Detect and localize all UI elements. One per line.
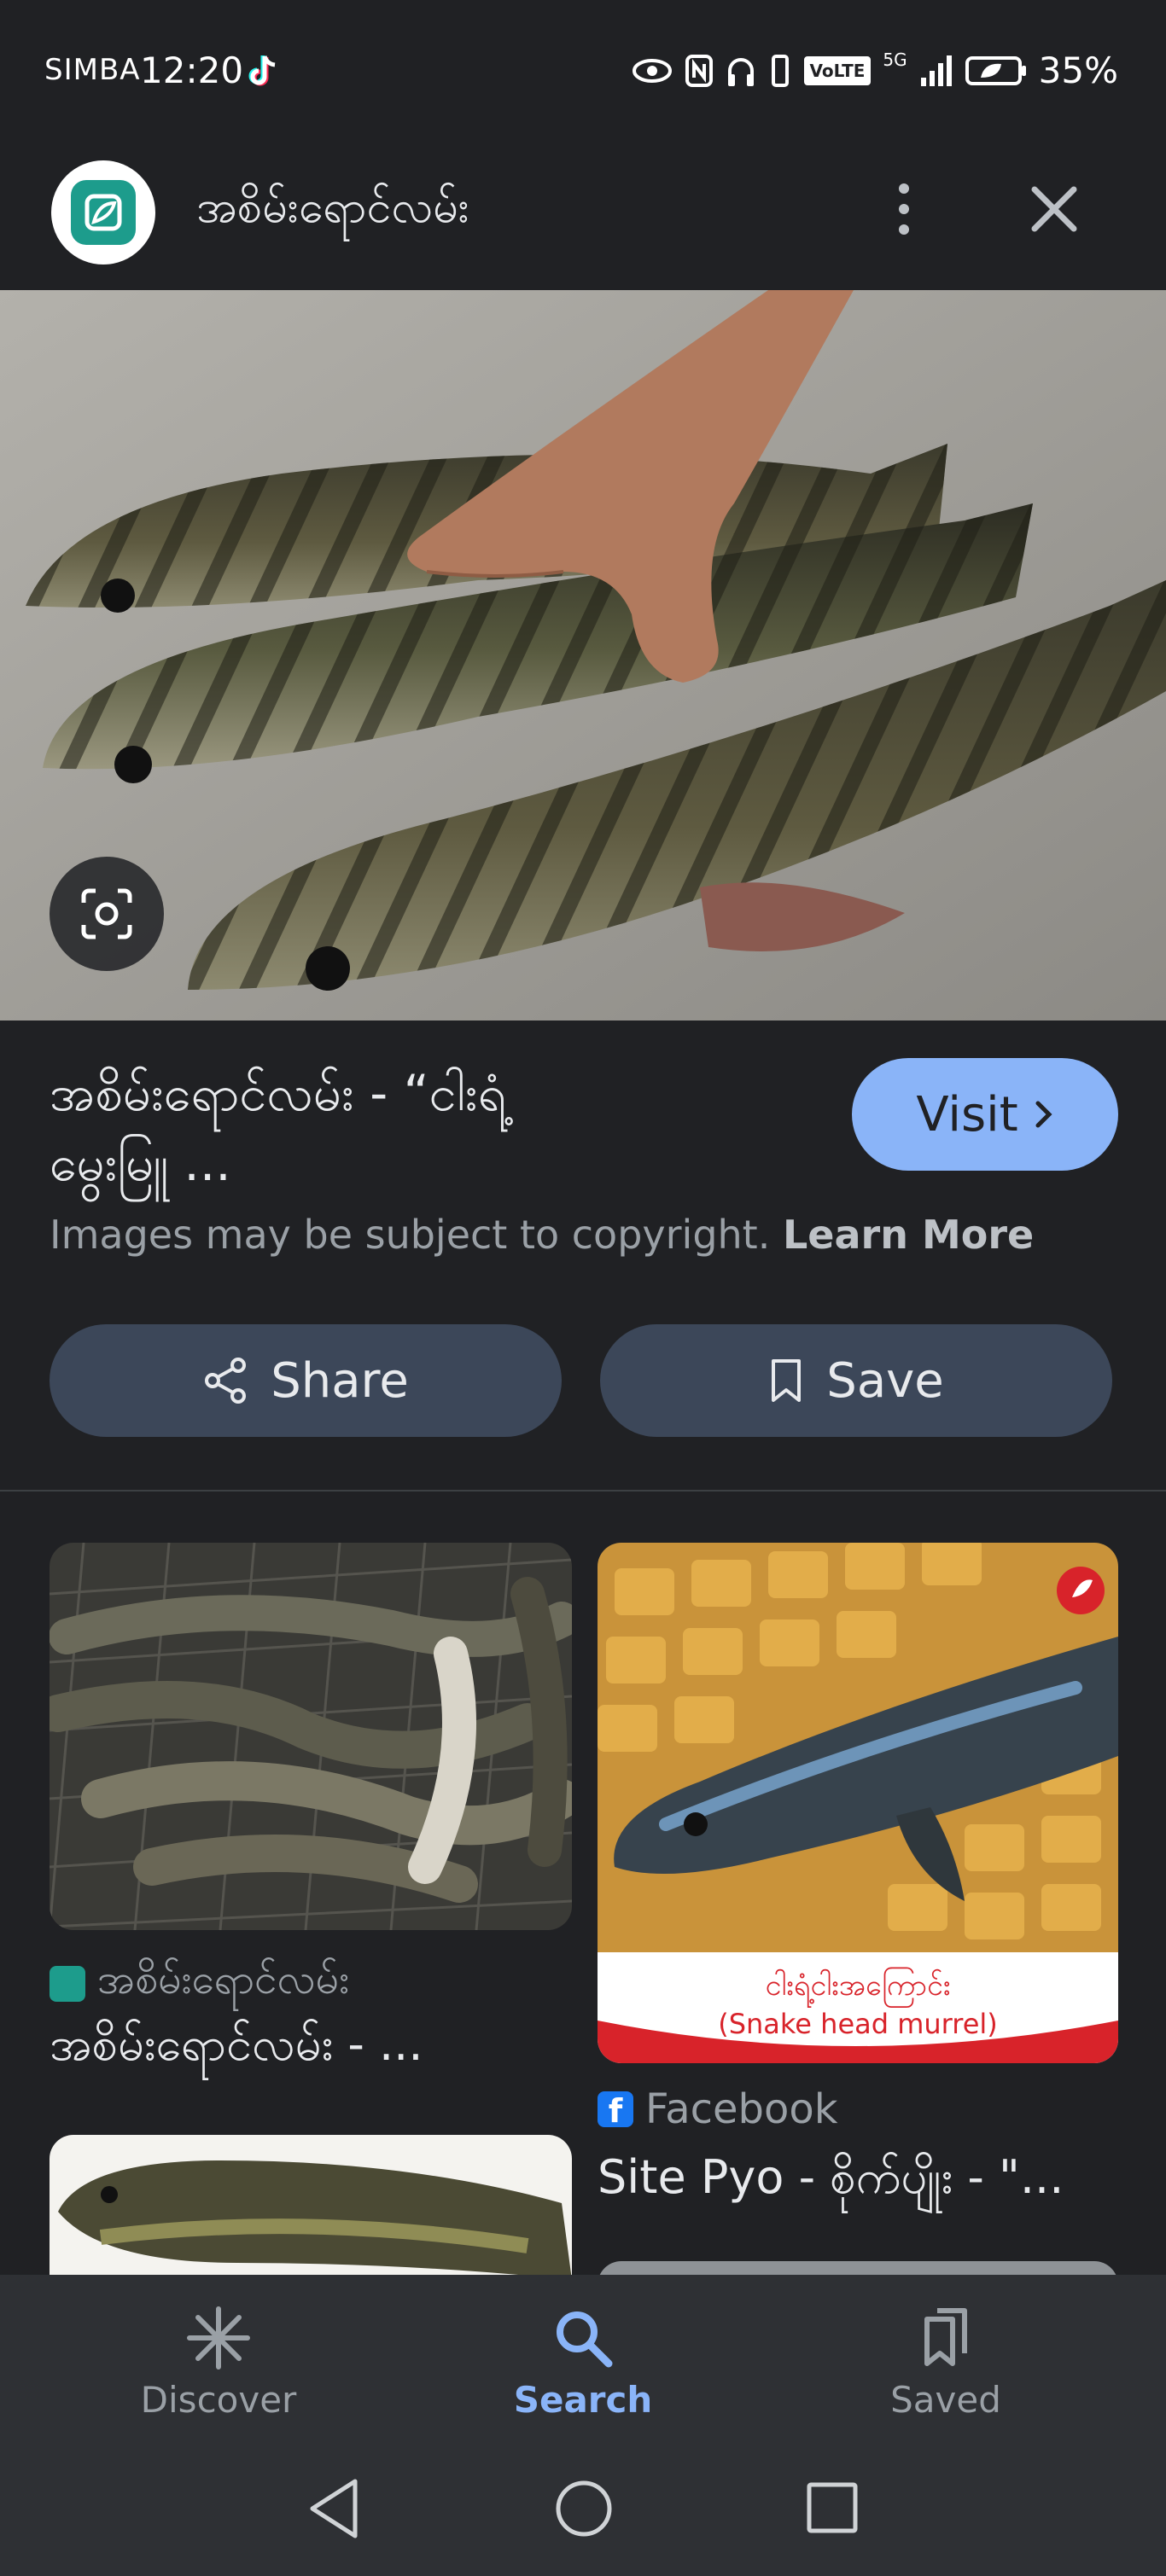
recents-square-icon — [807, 2482, 858, 2533]
lens-search-button[interactable] — [50, 857, 164, 971]
site-logo-icon — [71, 180, 136, 245]
clock: 12:20 — [140, 49, 244, 91]
battery-percent: 35% — [1038, 49, 1118, 91]
related-source-name: Facebook — [645, 2085, 838, 2133]
related-snippet[interactable]: Site Pyo - စိုက်ပျိုး - "... — [598, 2149, 1064, 2216]
share-icon — [205, 1358, 247, 1404]
site-favicon-icon — [50, 1966, 85, 2002]
visit-button[interactable]: Visit — [852, 1058, 1118, 1171]
nav-saved[interactable]: Saved — [818, 2304, 1074, 2421]
saved-collections-icon — [924, 2308, 967, 2366]
learn-more-link[interactable]: Learn More — [783, 1212, 1034, 1258]
save-button[interactable]: Save — [600, 1324, 1112, 1437]
system-recents-button[interactable] — [802, 2474, 862, 2546]
related-snippet[interactable]: အစိမ်းရောင်လမ်း - ... — [50, 2015, 423, 2083]
battery-icon — [965, 55, 1026, 85]
volte-badge: VoLTE — [803, 55, 872, 85]
copyright-notice: Images may be subject to copyright. Lear… — [50, 1212, 1034, 1258]
preview-image[interactable] — [0, 290, 1166, 1021]
nfc-icon — [685, 54, 713, 87]
back-triangle-icon — [310, 2479, 358, 2538]
more-dot-icon — [899, 204, 909, 214]
thumbnail-caption-line: ငါးရံ့ငါးအကြောင်း — [765, 1968, 950, 2008]
header-bar — [0, 128, 1166, 290]
related-source[interactable]: အစိမ်းရောင်လမ်း — [50, 1954, 349, 2014]
result-title-line: မွေးမြူ ... — [50, 1134, 231, 1192]
site-title: အစိမ်းရောင်လမ်း — [196, 182, 469, 233]
headphones-icon — [727, 57, 754, 86]
discover-asterisk-icon — [187, 2306, 250, 2370]
carrier-label: SIMBA — [44, 53, 141, 87]
signal-icon — [920, 55, 952, 86]
close-icon — [1031, 186, 1077, 232]
search-icon — [557, 2311, 613, 2368]
related-source-name: အစိမ်းရောင်လမ်း — [97, 1956, 350, 2003]
share-label: Share — [271, 1352, 409, 1409]
lens-icon — [81, 888, 132, 939]
visit-label: Visit — [916, 1086, 1018, 1143]
system-home-button[interactable] — [551, 2474, 616, 2546]
nav-discover[interactable]: Discover — [90, 2304, 347, 2421]
share-button[interactable]: Share — [50, 1324, 562, 1437]
vibrate-icon — [771, 54, 789, 87]
network-type: 5G — [883, 49, 907, 70]
nav-saved-label: Saved — [890, 2379, 1001, 2421]
more-dot-icon — [899, 224, 909, 235]
thumbnail-caption-line: (Snake head murrel) — [718, 2008, 998, 2040]
eye-icon — [632, 58, 672, 83]
site-logo[interactable] — [51, 160, 155, 265]
result-title-line: အစိမ်းရောင်လမ်း - “ငါးရံ့ — [50, 1064, 506, 1122]
divider — [0, 1490, 1166, 1492]
chevron-right-icon — [1035, 1101, 1052, 1128]
more-dot-icon — [899, 183, 909, 194]
save-label: Save — [826, 1352, 944, 1409]
related-image-thumbnail[interactable]: ငါးရံ့ငါးအကြောင်း (Snake head murrel) — [598, 1543, 1118, 2063]
result-title[interactable]: အစိမ်းရောင်လမ်း - “ငါးရံ့ မွေးမြူ ... — [50, 1058, 818, 1198]
facebook-icon: f — [598, 2091, 633, 2127]
home-circle-icon — [556, 2480, 612, 2537]
more-options-button[interactable] — [879, 175, 929, 243]
nav-discover-label: Discover — [140, 2379, 297, 2421]
system-back-button[interactable] — [304, 2474, 364, 2546]
related-source[interactable]: f Facebook — [598, 2085, 838, 2133]
nav-search[interactable]: Search — [455, 2304, 711, 2421]
nav-search-label: Search — [513, 2379, 653, 2421]
status-icons: VoLTE 5G 35% — [632, 49, 1118, 91]
tiktok-icon — [246, 53, 280, 94]
bookmark-icon — [772, 1359, 802, 1402]
related-image-thumbnail[interactable] — [50, 1543, 572, 1930]
close-button[interactable] — [1024, 179, 1084, 239]
copyright-text: Images may be subject to copyright. — [50, 1212, 771, 1258]
